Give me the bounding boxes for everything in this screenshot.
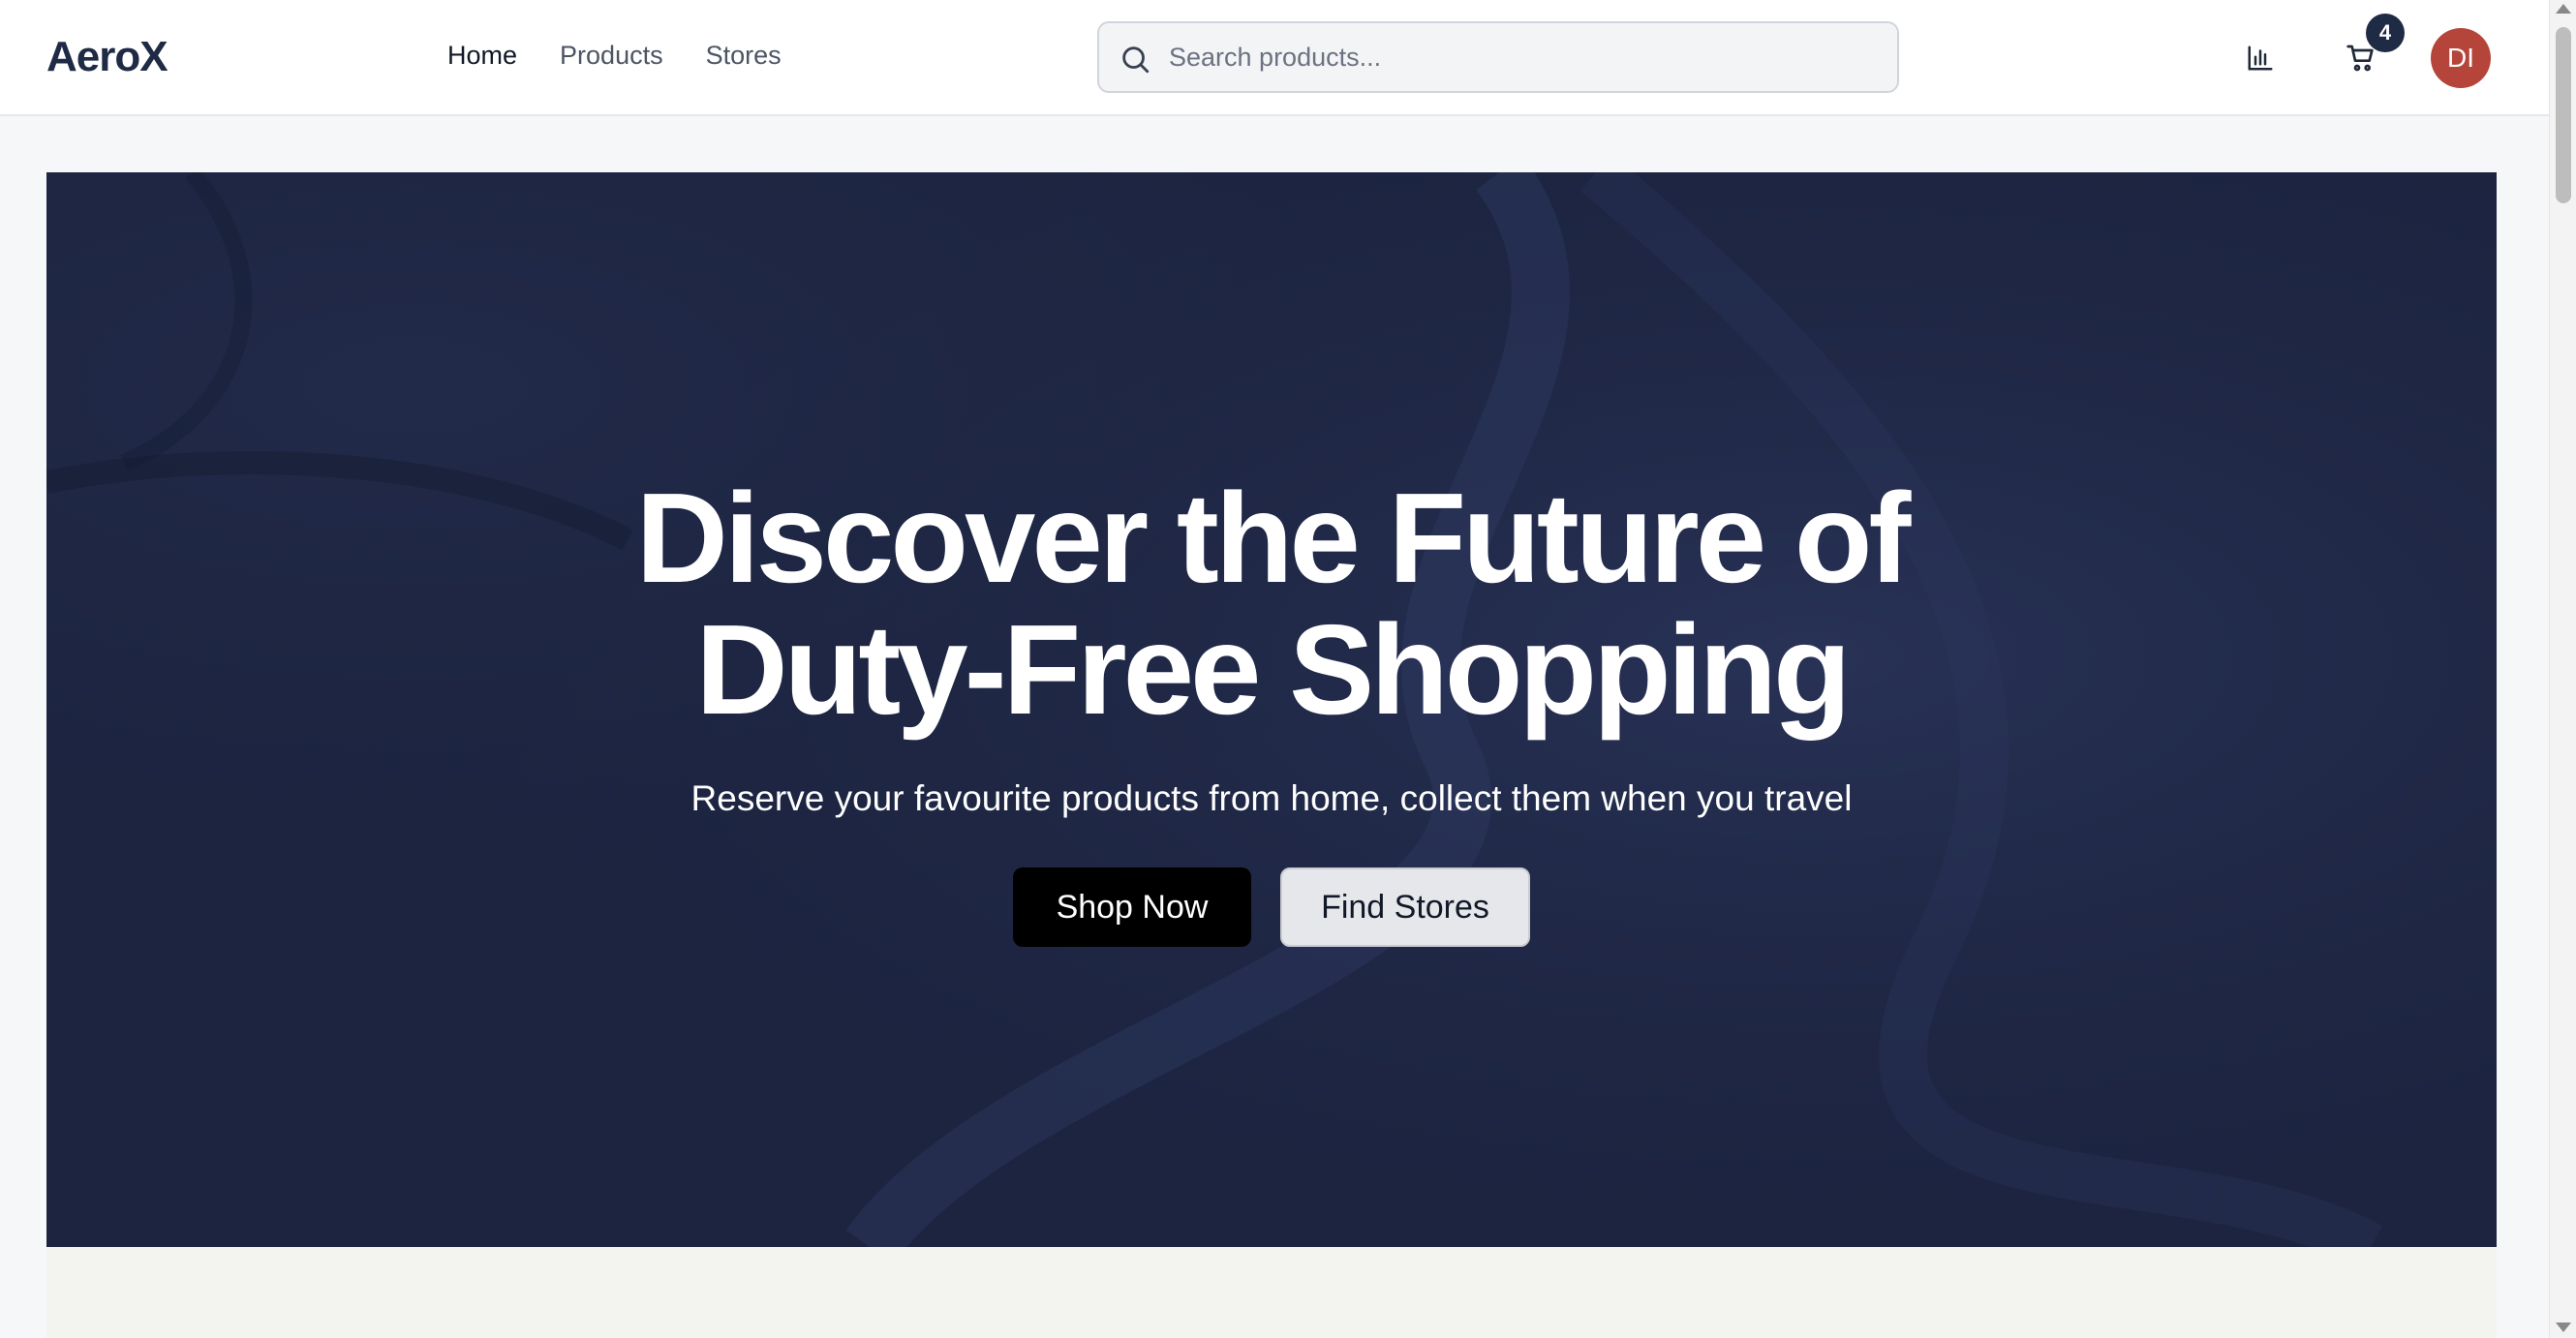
cart-count-badge: 4	[2366, 14, 2405, 52]
scroll-up-arrow-icon[interactable]	[2556, 4, 2571, 14]
logo[interactable]: AeroX	[46, 33, 169, 81]
hero-title-line-2: Duty-Free Shopping	[695, 598, 1851, 741]
vertical-scrollbar[interactable]	[2549, 0, 2576, 1338]
search-bar	[1097, 21, 1899, 93]
nav-products-link[interactable]: Products	[560, 41, 663, 71]
top-navbar: AeroX Home Products Stores Search produc…	[0, 0, 2549, 116]
user-avatar[interactable]: DI	[2431, 28, 2491, 88]
scroll-down-arrow-icon[interactable]	[2556, 1323, 2571, 1332]
hero-subtitle: Reserve your favourite products from hom…	[690, 778, 1853, 818]
shop-now-button[interactable]: Shop Now	[1013, 867, 1251, 947]
hero-banner: Discover the Future of Duty-Free Shoppin…	[46, 172, 2497, 1247]
bar-chart-icon	[2248, 46, 2273, 71]
page: AeroX Home Products Stores Search produc…	[0, 0, 2576, 1338]
scroll-thumb[interactable]	[2556, 27, 2571, 203]
next-section	[46, 1247, 2497, 1338]
nav-home-link[interactable]: Home	[447, 41, 517, 71]
search-icon	[1122, 46, 1150, 74]
find-stores-button[interactable]: Find Stores	[1280, 867, 1530, 947]
analytics-button[interactable]	[2231, 29, 2289, 87]
hero-title: Discover the Future of Duty-Free Shoppin…	[46, 472, 2497, 736]
main-nav: Home Products Stores	[447, 41, 824, 71]
hero-title-line-1: Discover the Future of	[635, 467, 1912, 609]
search-input[interactable]	[1169, 23, 1886, 91]
nav-stores-link[interactable]: Stores	[706, 41, 782, 71]
